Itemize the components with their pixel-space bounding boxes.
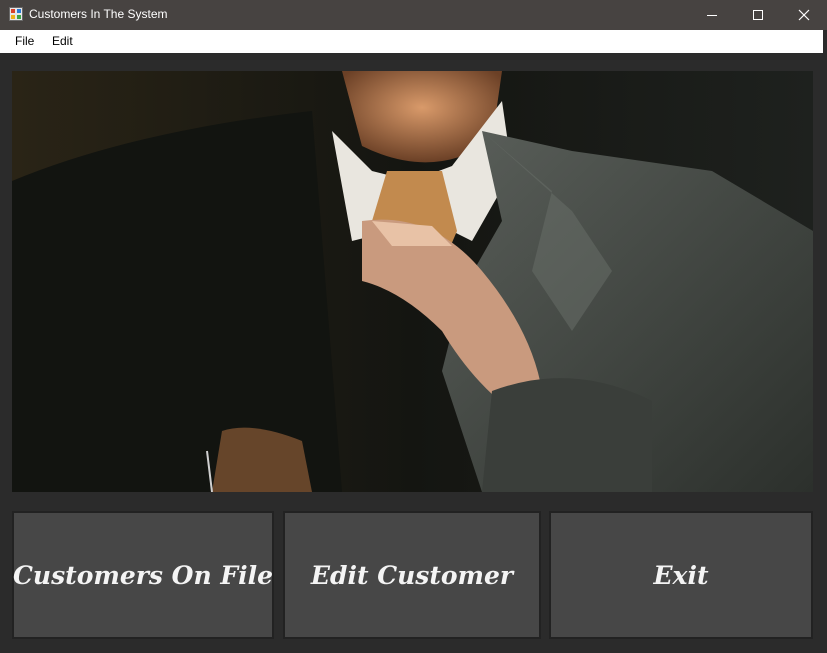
title-bar: Customers In The System xyxy=(0,0,827,30)
menu-bar: File Edit xyxy=(0,30,827,53)
form-app-icon xyxy=(9,7,23,21)
businessman-adjusting-tie-photo xyxy=(12,71,813,492)
close-button[interactable] xyxy=(781,0,827,30)
edit-customer-label: Edit Customer xyxy=(310,560,514,590)
maximize-button[interactable] xyxy=(735,0,781,30)
maximize-icon xyxy=(753,10,763,20)
hero-image xyxy=(12,71,813,492)
minimize-button[interactable] xyxy=(689,0,735,30)
customers-on-file-label: Customers On File xyxy=(13,560,273,590)
customers-on-file-button[interactable]: Customers On File xyxy=(12,511,274,639)
exit-label: Exit xyxy=(653,560,709,590)
main-panel: Customers On File Edit Customer Exit xyxy=(0,53,827,653)
menu-file[interactable]: File xyxy=(15,34,34,48)
window-title: Customers In The System xyxy=(29,7,168,21)
menu-edit[interactable]: Edit xyxy=(52,34,73,48)
close-icon xyxy=(798,9,810,21)
minimize-icon xyxy=(707,15,717,16)
edit-customer-button[interactable]: Edit Customer xyxy=(283,511,541,639)
exit-button[interactable]: Exit xyxy=(549,511,813,639)
